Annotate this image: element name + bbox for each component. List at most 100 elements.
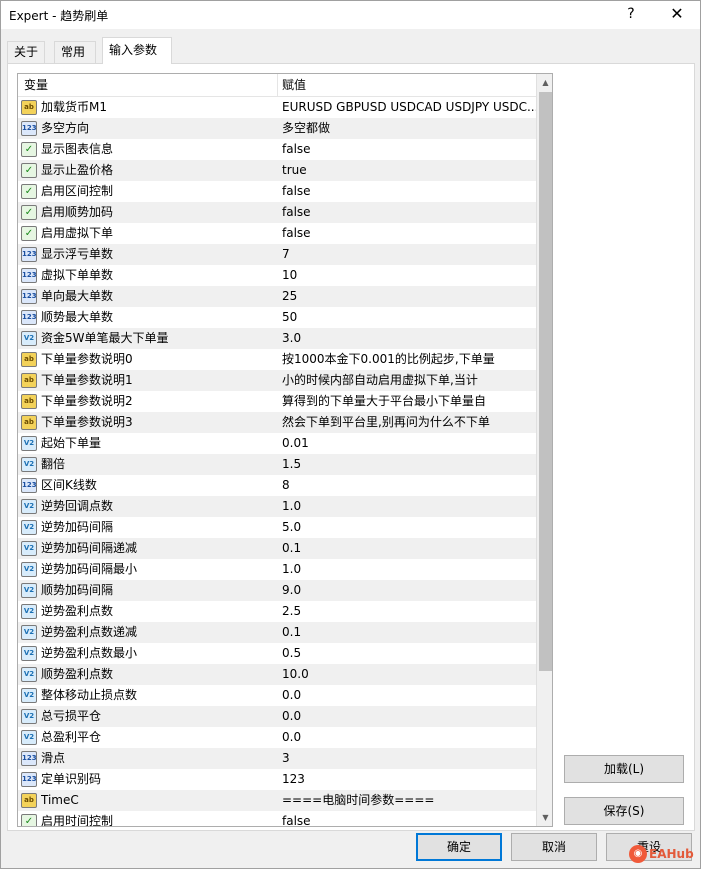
param-value[interactable]: 10 <box>282 265 536 286</box>
table-row[interactable]: 123 显示浮亏单数 7 <box>18 244 536 265</box>
help-button[interactable]: ? <box>609 1 653 29</box>
table-row[interactable]: 123 虚拟下单单数 10 <box>18 265 536 286</box>
table-row[interactable]: ab TimeC ====电脑时间参数==== <box>18 790 536 811</box>
param-value[interactable]: 1.0 <box>282 559 536 580</box>
table-row[interactable]: ✓ 启用虚拟下单 false <box>18 223 536 244</box>
param-value[interactable]: ====电脑时间参数==== <box>282 790 536 811</box>
table-row[interactable]: V2 逆势加码间隔最小 1.0 <box>18 559 536 580</box>
param-name: 逆势加码间隔递减 <box>41 541 138 555</box>
param-type-dbl-icon: V2 <box>21 625 37 640</box>
param-value[interactable]: true <box>282 160 536 181</box>
table-row[interactable]: V2 逆势回调点数 1.0 <box>18 496 536 517</box>
table-row[interactable]: V2 顺势盈利点数 10.0 <box>18 664 536 685</box>
save-button[interactable]: 保存(S) <box>564 797 684 825</box>
param-value[interactable]: 9.0 <box>282 580 536 601</box>
table-row[interactable]: ✓ 启用区间控制 false <box>18 181 536 202</box>
param-value[interactable]: false <box>282 202 536 223</box>
table-row[interactable]: 123 定单识别码 123 <box>18 769 536 790</box>
table-row[interactable]: ab 下单量参数说明3 然会下单到平台里,别再问为什么不下单 <box>18 412 536 433</box>
param-value[interactable]: 8 <box>282 475 536 496</box>
table-row[interactable]: V2 总盈利平仓 0.0 <box>18 727 536 748</box>
cancel-button[interactable]: 取消 <box>511 833 597 861</box>
table-row[interactable]: V2 总亏损平仓 0.0 <box>18 706 536 727</box>
table-row[interactable]: 123 滑点 3 <box>18 748 536 769</box>
param-value[interactable]: 10.0 <box>282 664 536 685</box>
table-row[interactable]: 123 单向最大单数 25 <box>18 286 536 307</box>
param-value[interactable]: 25 <box>282 286 536 307</box>
table-row[interactable]: ab 下单量参数说明0 按1000本金下0.001的比例起步,下单量 <box>18 349 536 370</box>
table-row[interactable]: V2 逆势加码间隔递减 0.1 <box>18 538 536 559</box>
table-row[interactable]: ab 加载货币M1 EURUSD GBPUSD USDCAD USDJPY USDC… <box>18 97 536 118</box>
param-value[interactable]: 0.0 <box>282 685 536 706</box>
param-name: 单向最大单数 <box>41 289 114 303</box>
param-value[interactable]: false <box>282 223 536 244</box>
param-value[interactable]: 1.0 <box>282 496 536 517</box>
param-type-dbl-icon: V2 <box>21 520 37 535</box>
table-row[interactable]: ✓ 启用时间控制 false <box>18 811 536 826</box>
table-row[interactable]: ✓ 启用顺势加码 false <box>18 202 536 223</box>
table-row[interactable]: V2 逆势盈利点数递减 0.1 <box>18 622 536 643</box>
param-value[interactable]: 按1000本金下0.001的比例起步,下单量 <box>282 349 536 370</box>
param-value[interactable]: 50 <box>282 307 536 328</box>
tab-inputs[interactable]: 输入参数 <box>102 37 172 64</box>
table-row[interactable]: ✓ 显示图表信息 false <box>18 139 536 160</box>
table-row[interactable]: ab 下单量参数说明2 算得到的下单量大于平台最小下单量自 <box>18 391 536 412</box>
table-row[interactable]: ab 下单量参数说明1 小的时候内部自动启用虚拟下单,当计 <box>18 370 536 391</box>
param-type-num-icon: 123 <box>21 247 37 262</box>
param-value[interactable]: 0.1 <box>282 622 536 643</box>
param-value[interactable]: 123 <box>282 769 536 790</box>
param-value[interactable]: 0.5 <box>282 643 536 664</box>
table-row[interactable]: ✓ 显示止盈价格 true <box>18 160 536 181</box>
column-header-value[interactable]: 赋值 <box>278 74 536 97</box>
scroll-up-icon[interactable]: ▲ <box>537 74 552 91</box>
window-title: Expert - 趋势刷单 <box>9 9 109 23</box>
table-row[interactable]: 123 多空方向 多空都做 <box>18 118 536 139</box>
param-value[interactable]: 1.5 <box>282 454 536 475</box>
vertical-scrollbar[interactable]: ▲ ▼ <box>536 74 552 826</box>
param-value[interactable]: 0.0 <box>282 727 536 748</box>
param-name: 翻倍 <box>41 457 66 471</box>
param-value[interactable]: 0.0 <box>282 706 536 727</box>
param-value[interactable]: false <box>282 139 536 160</box>
param-value[interactable]: 多空都做 <box>282 118 536 139</box>
param-value[interactable]: 0.1 <box>282 538 536 559</box>
param-type-bool-icon: ✓ <box>21 226 37 241</box>
param-value[interactable]: false <box>282 811 536 826</box>
param-value[interactable]: EURUSD GBPUSD USDCAD USDJPY USDC... <box>282 97 536 118</box>
ok-button[interactable]: 确定 <box>416 833 502 861</box>
param-value[interactable]: 小的时候内部自动启用虚拟下单,当计 <box>282 370 536 391</box>
close-button[interactable]: ✕ <box>655 1 699 29</box>
param-name: 显示止盈价格 <box>41 163 114 177</box>
table-row[interactable]: 123 区间K线数 8 <box>18 475 536 496</box>
param-type-dbl-icon: V2 <box>21 541 37 556</box>
table-row[interactable]: V2 整体移动止损点数 0.0 <box>18 685 536 706</box>
param-value[interactable]: 算得到的下单量大于平台最小下单量自 <box>282 391 536 412</box>
table-row[interactable]: 123 顺势最大单数 50 <box>18 307 536 328</box>
table-row[interactable]: V2 翻倍 1.5 <box>18 454 536 475</box>
table-row[interactable]: V2 逆势加码间隔 5.0 <box>18 517 536 538</box>
param-value[interactable]: 然会下单到平台里,别再问为什么不下单 <box>282 412 536 433</box>
param-name: 下单量参数说明0 <box>41 352 133 366</box>
table-row[interactable]: V2 起始下单量 0.01 <box>18 433 536 454</box>
tab-about[interactable]: 关于 <box>7 41 45 63</box>
column-header-variable[interactable]: 变量 <box>18 74 278 97</box>
table-row[interactable]: V2 顺势加码间隔 9.0 <box>18 580 536 601</box>
tab-common[interactable]: 常用 <box>54 41 96 63</box>
table-row[interactable]: V2 逆势盈利点数最小 0.5 <box>18 643 536 664</box>
param-value[interactable]: 5.0 <box>282 517 536 538</box>
param-value[interactable]: false <box>282 181 536 202</box>
param-value[interactable]: 0.01 <box>282 433 536 454</box>
table-row[interactable]: V2 逆势盈利点数 2.5 <box>18 601 536 622</box>
param-value[interactable]: 2.5 <box>282 601 536 622</box>
param-type-dbl-icon: V2 <box>21 499 37 514</box>
param-value[interactable]: 3 <box>282 748 536 769</box>
param-name: 逆势盈利点数最小 <box>41 646 138 660</box>
param-value[interactable]: 3.0 <box>282 328 536 349</box>
param-type-ab-icon: ab <box>21 373 37 388</box>
expert-dialog: Expert - 趋势刷单 ? ✕ 关于 常用 输入参数 变量 赋值 ab 加载货… <box>0 0 701 869</box>
scrollbar-thumb[interactable] <box>539 92 552 671</box>
load-button[interactable]: 加载(L) <box>564 755 684 783</box>
table-row[interactable]: V2 资金5W单笔最大下单量 3.0 <box>18 328 536 349</box>
param-value[interactable]: 7 <box>282 244 536 265</box>
scroll-down-icon[interactable]: ▼ <box>537 809 552 826</box>
